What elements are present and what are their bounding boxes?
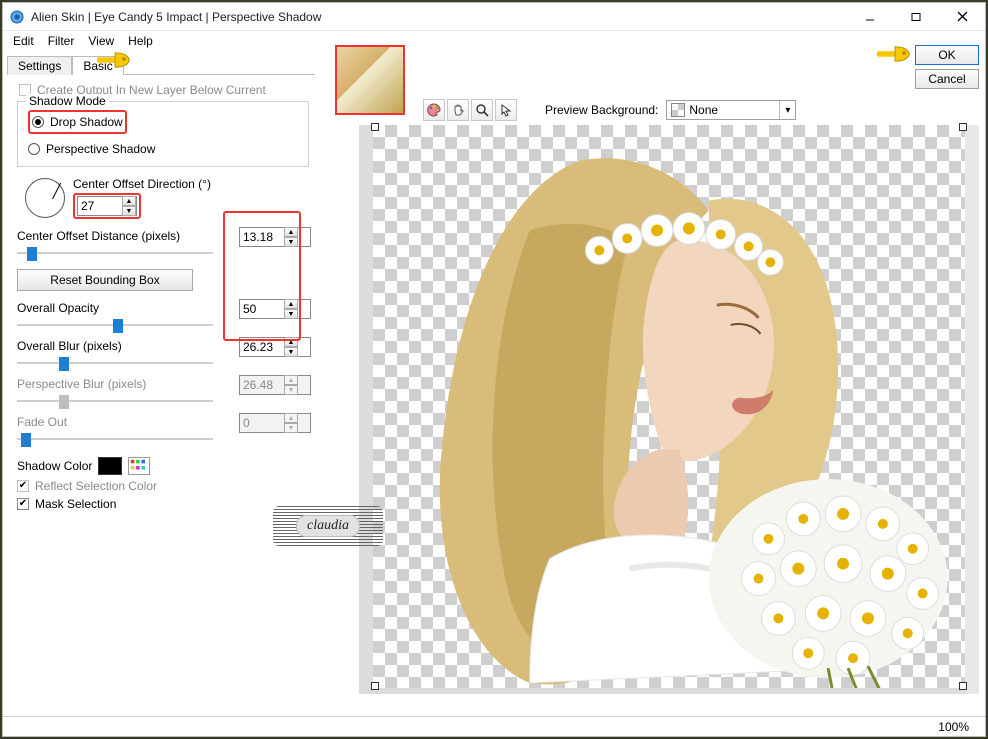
menu-view[interactable]: View — [88, 34, 114, 48]
selection-handle[interactable] — [371, 682, 379, 690]
direction-spin-up[interactable]: ▲ — [122, 196, 136, 206]
radio-drop-shadow[interactable] — [32, 116, 44, 128]
watermark-text: claudia — [296, 515, 360, 537]
shadow-color-swatch[interactable] — [98, 457, 122, 475]
slider-opacity[interactable] — [17, 317, 213, 333]
label-direction: Center Offset Direction (°) — [73, 177, 211, 191]
label-shadow-color: Shadow Color — [17, 459, 92, 473]
radio-perspective-shadow[interactable] — [28, 143, 40, 155]
label-perspective-shadow: Perspective Shadow — [46, 142, 155, 156]
titlebar: Alien Skin | Eye Candy 5 Impact | Perspe… — [3, 3, 985, 31]
selection-handle[interactable] — [371, 123, 379, 131]
tool-arrow-icon[interactable] — [495, 99, 517, 121]
label-preview-bg: Preview Background: — [545, 103, 658, 117]
menu-filter[interactable]: Filter — [48, 34, 75, 48]
input-blur[interactable] — [240, 338, 284, 356]
pblur-spin-down: ▼ — [284, 385, 298, 395]
maximize-button[interactable] — [893, 3, 939, 31]
ok-button[interactable]: OK — [915, 45, 979, 65]
tabstrip: Settings Basic — [7, 55, 315, 75]
input-fade-out — [240, 414, 284, 432]
preview-toolbar: Preview Background: None ▾ — [423, 99, 796, 121]
slider-perspective-blur — [17, 393, 213, 409]
direction-dial[interactable] — [25, 178, 65, 218]
watermark: claudia — [273, 506, 383, 546]
legend-shadow-mode: Shadow Mode — [26, 94, 109, 108]
combo-swatch-icon — [671, 103, 685, 117]
preview-subject — [365, 131, 973, 688]
menu-help[interactable]: Help — [128, 34, 153, 48]
cancel-button[interactable]: Cancel — [915, 69, 979, 89]
label-drop-shadow: Drop Shadow — [50, 115, 123, 129]
tool-palette-icon[interactable] — [423, 99, 445, 121]
input-perspective-blur — [240, 376, 284, 394]
fade-spin-up: ▲ — [284, 413, 298, 423]
tool-hand-icon[interactable] — [447, 99, 469, 121]
tab-settings[interactable]: Settings — [7, 56, 72, 75]
menubar: Edit Filter View Help — [3, 31, 985, 51]
pointer-annotation-icon — [97, 49, 133, 74]
app-icon — [9, 9, 25, 25]
slider-distance[interactable] — [17, 245, 213, 261]
fade-spin-down: ▼ — [284, 423, 298, 433]
opacity-spin-down[interactable]: ▼ — [284, 309, 298, 319]
dialog-window: Alien Skin | Eye Candy 5 Impact | Perspe… — [2, 2, 986, 737]
thumbnail-preview[interactable] — [335, 45, 405, 115]
menu-edit[interactable]: Edit — [13, 34, 34, 48]
combo-preview-value: None — [689, 103, 779, 117]
checkbox-mask-selection[interactable] — [17, 498, 29, 510]
palette-button[interactable] — [128, 457, 150, 475]
pblur-spin-up: ▲ — [284, 375, 298, 385]
minimize-button[interactable] — [847, 3, 893, 31]
combo-preview-bg[interactable]: None ▾ — [666, 100, 796, 120]
close-button[interactable] — [939, 3, 985, 31]
selection-handle[interactable] — [959, 682, 967, 690]
settings-panel: Settings Basic Create Output In New Laye… — [3, 51, 323, 716]
label-mask-selection: Mask Selection — [35, 497, 116, 511]
distance-spin-down[interactable]: ▼ — [284, 237, 298, 247]
checkbox-reflect-color — [17, 480, 29, 492]
preview-canvas[interactable] — [359, 125, 979, 694]
input-direction[interactable] — [78, 197, 122, 215]
input-distance[interactable] — [240, 228, 284, 246]
group-shadow-mode: Shadow Mode Drop Shadow Perspective Shad… — [17, 101, 309, 167]
slider-fade-out[interactable] — [17, 431, 213, 447]
window-title: Alien Skin | Eye Candy 5 Impact | Perspe… — [31, 10, 847, 24]
slider-blur[interactable] — [17, 355, 213, 371]
selection-handle[interactable] — [959, 123, 967, 131]
statusbar: 100% — [3, 716, 985, 736]
input-opacity[interactable] — [240, 300, 284, 318]
distance-spin-up[interactable]: ▲ — [284, 227, 298, 237]
blur-spin-up[interactable]: ▲ — [284, 337, 298, 347]
preview-panel: OK Cancel Preview Background: None ▾ — [323, 51, 985, 716]
opacity-spin-up[interactable]: ▲ — [284, 299, 298, 309]
label-reflect-color: Reflect Selection Color — [35, 479, 157, 493]
direction-spin-down[interactable]: ▼ — [122, 206, 136, 216]
reset-bounding-box-button[interactable]: Reset Bounding Box — [17, 269, 193, 291]
chevron-down-icon: ▾ — [779, 101, 795, 119]
blur-spin-down[interactable]: ▼ — [284, 347, 298, 357]
tool-zoom-icon[interactable] — [471, 99, 493, 121]
zoom-level: 100% — [938, 720, 969, 734]
pointer-annotation-ok-icon — [877, 43, 913, 68]
